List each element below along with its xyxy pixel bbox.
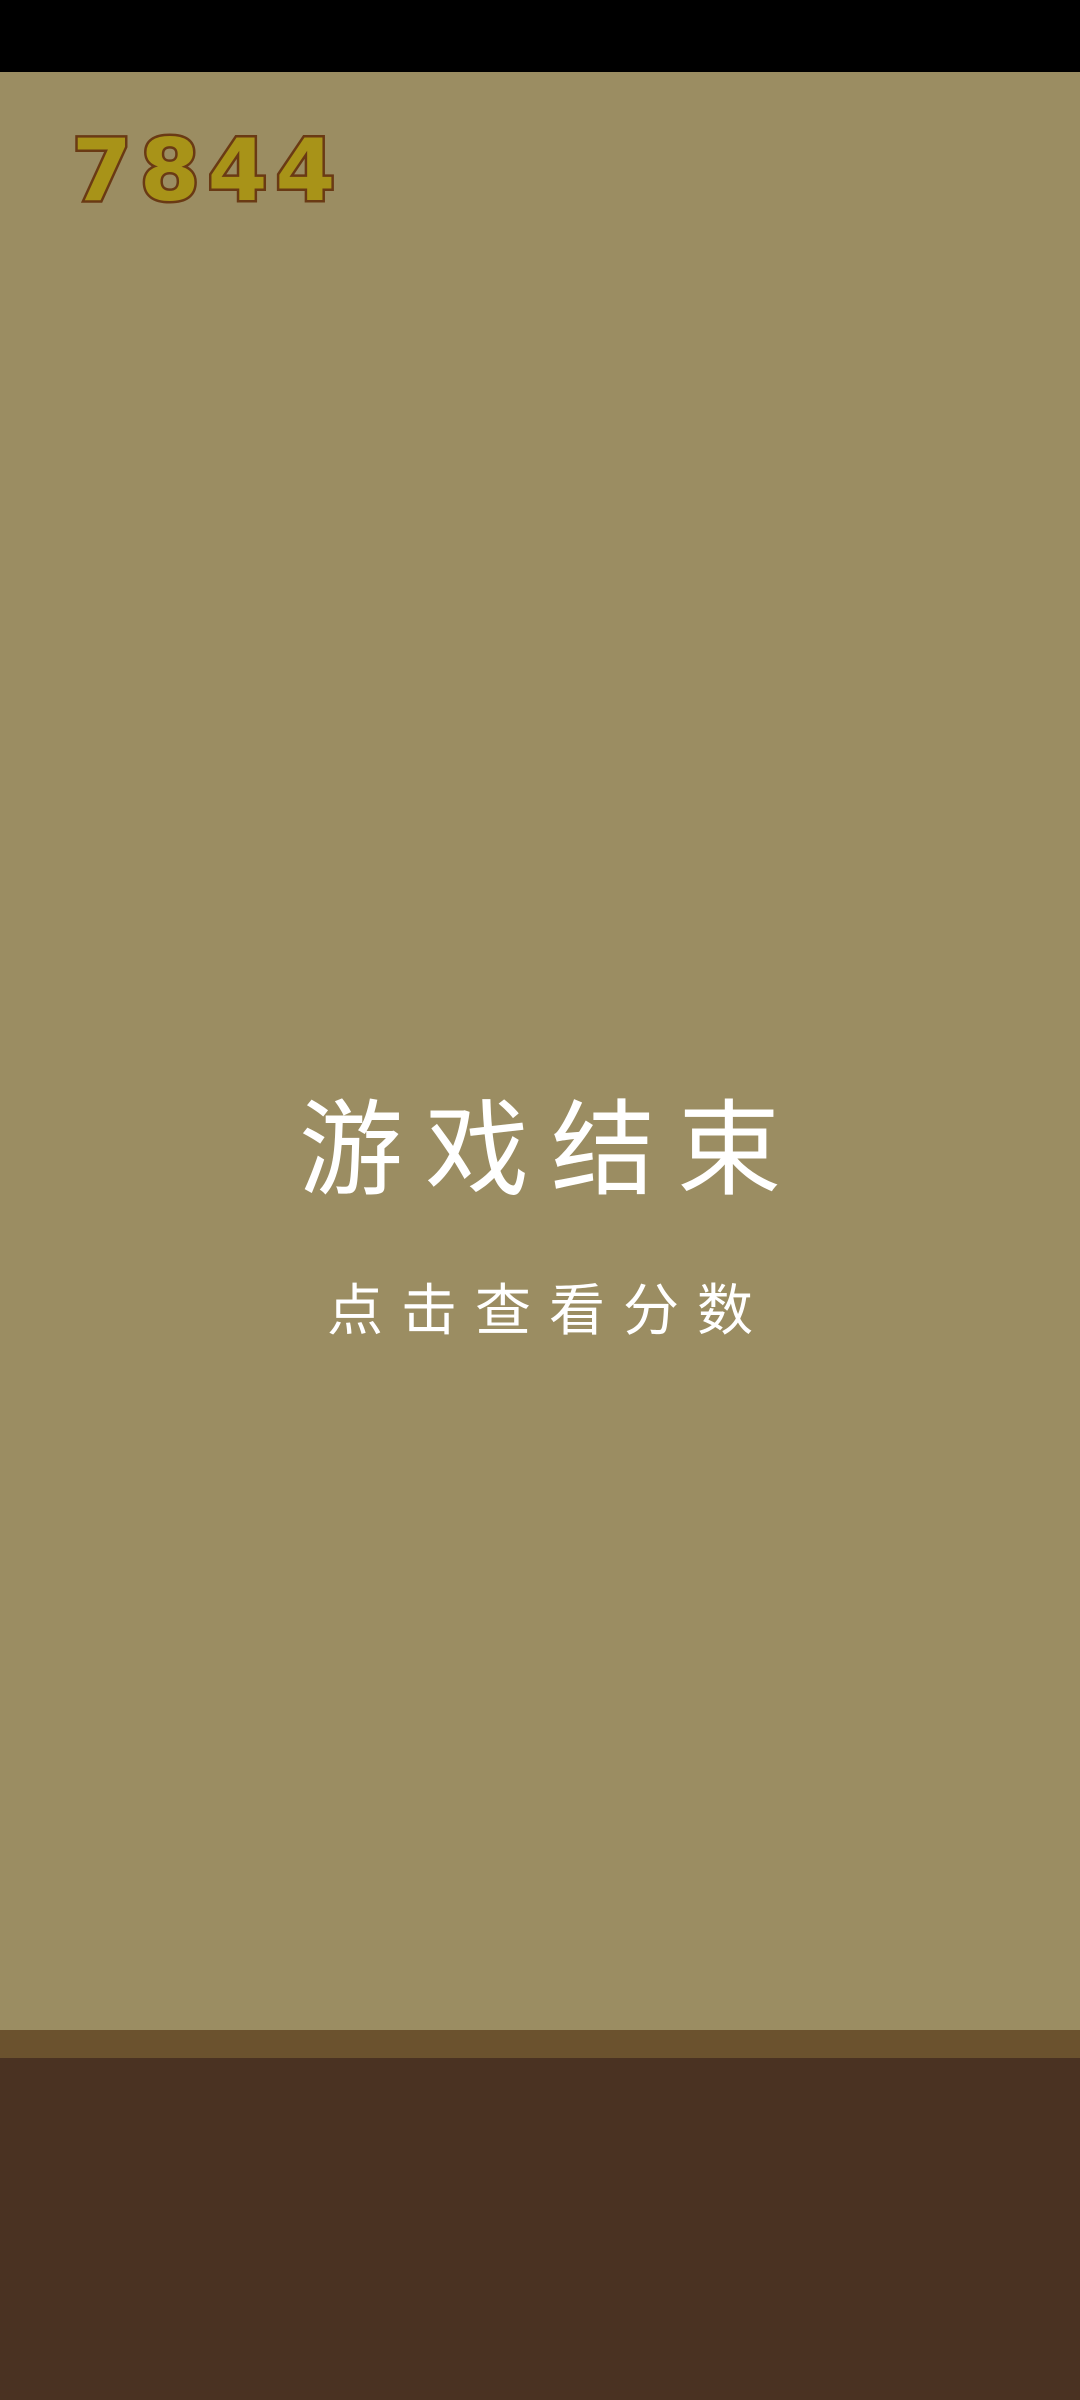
status-bar <box>0 0 1080 72</box>
game-screen[interactable]: 7844 游戏结束 点击查看分数 <box>0 72 1080 2030</box>
score-display[interactable]: 7844 <box>69 126 343 217</box>
game-over-title: 游戏结束 <box>298 1089 803 1211</box>
ground-edge <box>0 2030 1080 2058</box>
view-score-prompt[interactable]: 点击查看分数 <box>0 1284 1080 1340</box>
ground <box>0 2058 1080 2400</box>
